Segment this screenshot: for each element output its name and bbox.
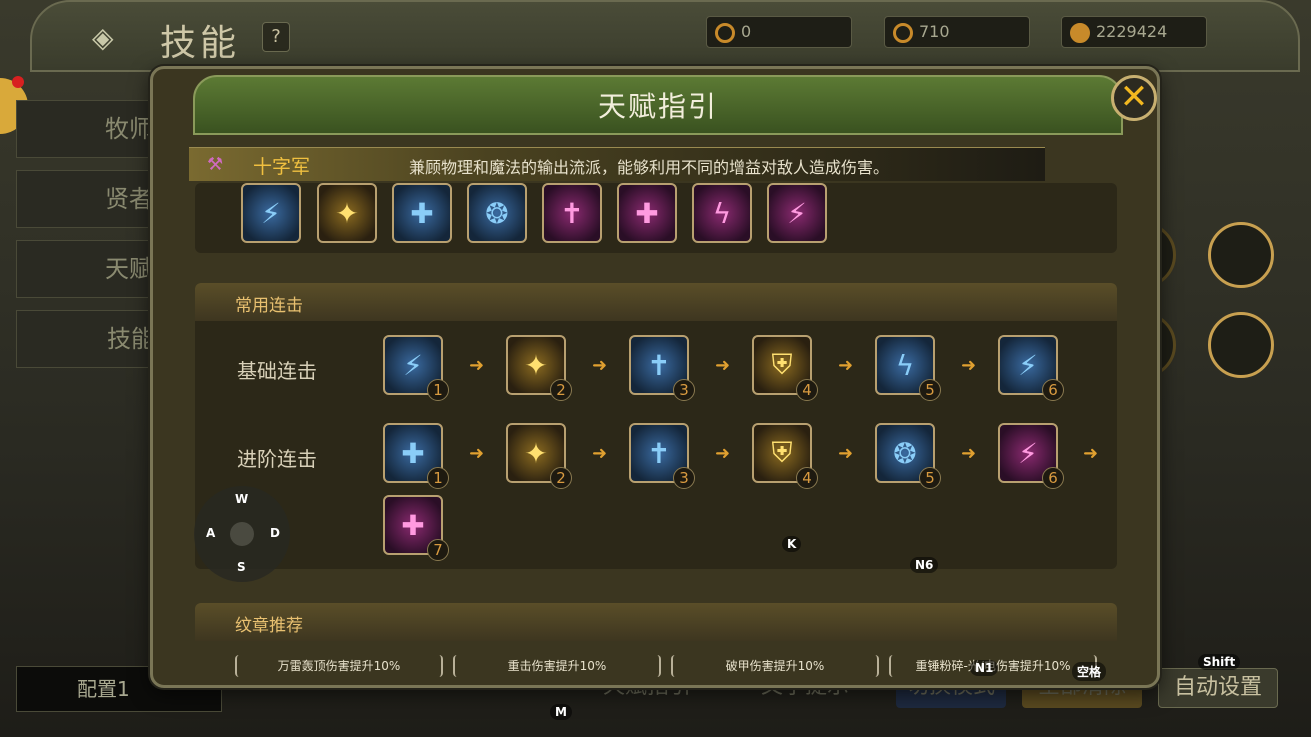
key-shift: Shift: [1198, 654, 1241, 670]
dialog-header: 天赋指引: [193, 75, 1123, 135]
currency-coupon: 0: [706, 16, 852, 48]
arrow-right-icon: ➜: [469, 355, 485, 376]
coupon-value: 0: [741, 22, 752, 41]
section-title: 常用连击: [235, 296, 303, 316]
combo-skill-icon[interactable]: ✝ 3: [629, 423, 695, 489]
arrow-right-icon: ➜: [715, 443, 731, 464]
basic-combo-label: 基础连击: [237, 359, 317, 383]
key-s: S: [237, 560, 246, 574]
combo-step-number: 1: [427, 467, 449, 489]
pink-lightning-skill-icon[interactable]: ⚡: [767, 183, 827, 243]
combo-step-number: 5: [919, 379, 941, 401]
talent-guide-dialog: 天赋指引 ✕ ⚒ 十字军 兼顾物理和魔法的输出流派，能够利用不同的增益对敌人造成…: [150, 66, 1160, 688]
section-title: 纹章推荐: [235, 616, 303, 636]
ceramic-icon: [893, 23, 913, 43]
combo-skill-icon[interactable]: ⛨ 4: [752, 423, 818, 489]
combo-step-number: 1: [427, 379, 449, 401]
pink-lightning-shield-skill-icon[interactable]: ϟ: [692, 183, 752, 243]
key-k: K: [782, 536, 802, 552]
combo-skill-icon[interactable]: ⚡ 6: [998, 335, 1064, 401]
arrow-right-icon: ➜: [961, 355, 977, 376]
pink-cross-orb-skill-icon[interactable]: ✝: [542, 183, 602, 243]
common-combo-section: 常用连击 基础连击 进阶连击 ⚡ 1 ➜ ✦ 2 ➜ ✝ 3 ➜ ⛨ 4 ➜ ϟ5 ➜ …: [195, 283, 1117, 569]
combo-skill-icon[interactable]: ❂ 5: [875, 423, 941, 489]
coupon-icon: [715, 23, 735, 43]
combo-skill-icon[interactable]: ⛨ 4: [752, 335, 818, 401]
sidebar-item-priest[interactable]: 牧师: [16, 100, 166, 158]
emblem-item: 万雷轰顶伤害提升10%: [235, 655, 443, 677]
emblem-item: 破甲伤害提升10%: [671, 655, 879, 677]
sidebar-item-sage[interactable]: 贤者: [16, 170, 166, 228]
currency-gold: 2229424: [1061, 16, 1207, 48]
auto-setup-button[interactable]: 自动设置: [1158, 668, 1278, 708]
key-a: A: [206, 526, 216, 540]
combo-skill-icon[interactable]: ϟ5: [875, 335, 941, 401]
key-w: W: [235, 492, 249, 506]
back-arrow-icon[interactable]: ◈: [92, 22, 132, 54]
skill-list-panel: ⚡ ✦ ✚ ❂ ✝ ✚ ϟ ⚡: [195, 183, 1117, 253]
joystick-knob[interactable]: [230, 522, 254, 546]
advanced-combo-label: 进阶连击: [237, 447, 317, 471]
gold-icon: [1070, 23, 1090, 43]
virtual-joystick[interactable]: W A S D: [194, 486, 290, 582]
combo-step-number: 3: [673, 467, 695, 489]
combo-skill-icon[interactable]: ✦ 2: [506, 423, 572, 489]
combo-skill-icon[interactable]: ⚡ 1: [383, 335, 449, 401]
dialog-title: 天赋指引: [597, 90, 718, 123]
hammer-icon: ⚒: [207, 154, 224, 175]
emblem-item: 重击伤害提升10%: [453, 655, 661, 677]
thunder-strike-skill-icon[interactable]: ⚡: [241, 183, 301, 243]
combo-skill-icon[interactable]: ✦ 2: [506, 335, 572, 401]
arrow-right-icon: ➜: [715, 355, 731, 376]
arrow-right-icon: ➜: [961, 443, 977, 464]
close-button[interactable]: ✕: [1111, 75, 1157, 121]
combo-step-number: 6: [1042, 467, 1064, 489]
arrow-right-icon: ➜: [469, 443, 485, 464]
section-header: 常用连击: [195, 283, 1117, 321]
class-name: 十字军: [253, 156, 311, 178]
ceramic-value: 710: [919, 22, 950, 41]
key-m: M: [550, 704, 572, 720]
combo-step-number: 3: [673, 379, 695, 401]
section-header: 纹章推荐: [195, 603, 1117, 641]
hammer-spin-skill-icon[interactable]: ❂: [467, 183, 527, 243]
arrow-right-icon: ➜: [1083, 443, 1099, 464]
combo-step-number: 4: [796, 379, 818, 401]
skill-slot[interactable]: [1208, 312, 1274, 378]
combo-skill-icon[interactable]: ✚ 1: [383, 423, 449, 489]
arrow-right-icon: ➜: [592, 355, 608, 376]
class-info-bar: ⚒ 十字军 兼顾物理和魔法的输出流派，能够利用不同的增益对敌人造成伤害。: [189, 147, 1045, 181]
combo-skill-icon[interactable]: ⚡ 6: [998, 423, 1064, 489]
key-n6: N6: [910, 557, 939, 573]
notification-dot: [12, 76, 24, 88]
sidebar-item-talent[interactable]: 天赋: [16, 240, 166, 298]
combo-step-number: 6: [1042, 379, 1064, 401]
gold-value: 2229424: [1096, 22, 1168, 41]
combo-step-number: 2: [550, 379, 572, 401]
class-description: 兼顾物理和魔法的输出流派，能够利用不同的增益对敌人造成伤害。: [409, 158, 890, 177]
skill-slot[interactable]: [1208, 222, 1274, 288]
arrow-right-icon: ➜: [838, 355, 854, 376]
key-space: 空格: [1072, 662, 1107, 681]
combo-skill-icon[interactable]: ✝ 3: [629, 335, 695, 401]
combo-step-number: 7: [427, 539, 449, 561]
combo-step-number: 2: [550, 467, 572, 489]
combo-step-number: 5: [919, 467, 941, 489]
holy-relic-skill-icon[interactable]: ✚: [392, 183, 452, 243]
combo-step-number: 4: [796, 467, 818, 489]
holy-cross-skill-icon[interactable]: ✚: [617, 183, 677, 243]
page-title: 技能: [160, 23, 241, 64]
holy-angel-skill-icon[interactable]: ✦: [317, 183, 377, 243]
arrow-right-icon: ➜: [592, 443, 608, 464]
help-button[interactable]: ?: [262, 22, 290, 52]
arrow-right-icon: ➜: [838, 443, 854, 464]
key-d: D: [270, 526, 280, 540]
key-n1: N1: [970, 660, 999, 676]
currency-ceramic: 710: [884, 16, 1030, 48]
combo-skill-icon[interactable]: ✚ 7: [383, 495, 449, 561]
